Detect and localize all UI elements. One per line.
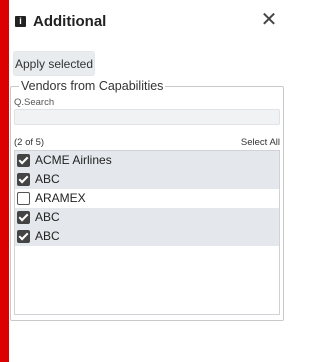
vendor-item[interactable]: ABC (15, 170, 279, 189)
vendor-checkbox[interactable] (17, 173, 30, 186)
vendor-item[interactable]: ABC (15, 208, 279, 227)
vendor-checkbox[interactable] (17, 211, 30, 224)
vendor-list: ACME Airlines ABC ARAMEX ABC ABC (14, 150, 280, 315)
info-icon: i (15, 16, 26, 27)
accent-bar (0, 0, 9, 362)
vendor-label: ABC (35, 229, 60, 243)
additional-panel: i Additional ✕ Apply selected Vendors fr… (9, 0, 289, 362)
vendors-legend: Vendors from Capabilities (19, 79, 166, 93)
vendor-checkbox[interactable] (17, 192, 30, 205)
vendor-checkbox[interactable] (17, 154, 30, 167)
vendor-label: ABC (35, 210, 60, 224)
vendor-label: ABC (35, 172, 60, 186)
close-icon[interactable]: ✕ (258, 9, 280, 31)
vendor-label: ARAMEX (35, 191, 86, 205)
panel-header: i Additional ✕ (9, 0, 289, 42)
vendor-item[interactable]: ACME Airlines (15, 151, 279, 170)
select-all-link[interactable]: Select All (241, 137, 280, 148)
selection-count: (2 of 5) (14, 137, 45, 148)
apply-selected-button[interactable]: Apply selected (13, 51, 95, 76)
panel-title: Additional (33, 13, 107, 30)
vendor-checkbox[interactable] (17, 230, 30, 243)
vendor-item[interactable]: ARAMEX (15, 189, 279, 208)
search-label: Q.Search (14, 97, 55, 108)
vendor-item[interactable]: ABC (15, 227, 279, 246)
vendor-label: ACME Airlines (35, 153, 112, 167)
search-input[interactable] (14, 109, 280, 125)
